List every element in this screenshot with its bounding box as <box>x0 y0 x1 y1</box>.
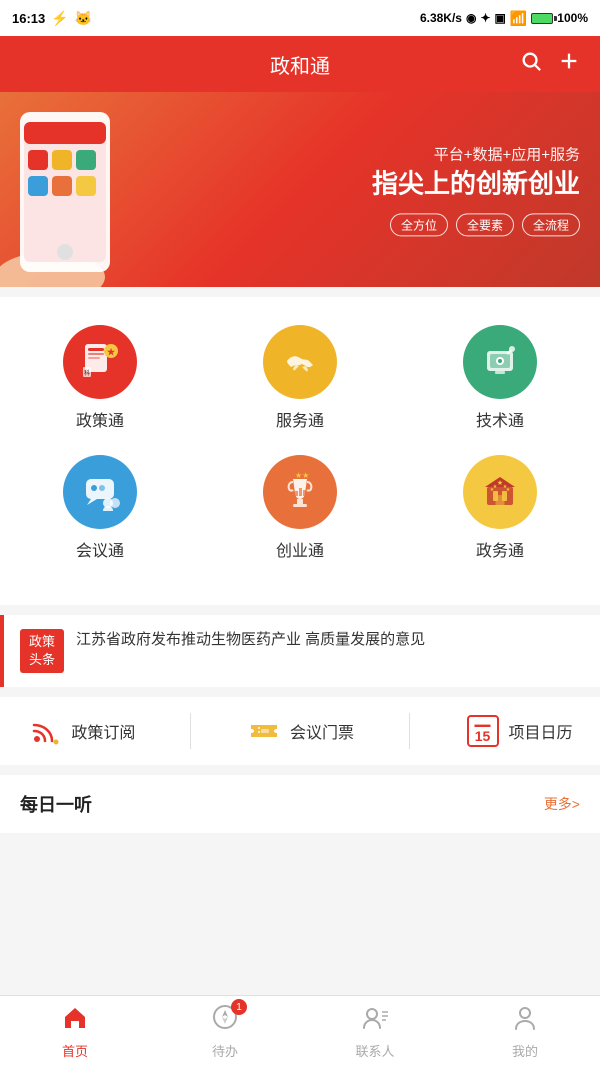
news-content: 江苏省政府发布推动生物医药产业 高质量发展的意见 <box>76 629 584 652</box>
nav-item-contacts[interactable]: 联系人 <box>335 1003 415 1060</box>
grid-item-service[interactable]: 服务通 <box>250 325 350 431</box>
nav-item-home[interactable]: 首页 <box>35 1003 115 1060</box>
banner[interactable]: 平台+数据+应用+服务 指尖上的创新创业 全方位 全要素 全流程 <box>0 92 600 287</box>
grid-item-policy[interactable]: ★ 科 政策通 <box>50 325 150 431</box>
rss-icon <box>27 713 63 749</box>
nav-label-contacts: 联系人 <box>355 1041 394 1060</box>
grid-row-1: ★ 科 政策通 服务通 <box>0 325 600 431</box>
news-section[interactable]: 政策 头条 江苏省政府发布推动生物医药产业 高质量发展的意见 <box>0 615 600 687</box>
grid-item-government[interactable]: ★ ★ ★ ★ ★ 政务通 <box>450 455 550 561</box>
grid-section: ★ 科 政策通 服务通 <box>0 297 600 605</box>
quick-action-label-ticket: 会议门票 <box>290 719 354 743</box>
quick-action-label-calendar: 项目日历 <box>509 719 573 743</box>
government-icon-bg: ★ ★ ★ ★ ★ <box>463 455 537 529</box>
header-icons <box>520 50 580 78</box>
grid-label-meeting: 会议通 <box>76 537 124 561</box>
battery-icon <box>531 13 553 24</box>
profile-icon <box>511 1003 539 1038</box>
divider-1 <box>190 713 191 749</box>
status-time: 16:13 <box>12 11 45 26</box>
pending-badge: 1 <box>231 999 247 1015</box>
wifi-icon: 📶 <box>510 10 527 27</box>
nav-item-pending[interactable]: 1 待办 <box>185 1003 265 1060</box>
bottom-nav: 首页 1 待办 联系人 <box>0 995 600 1067</box>
quick-actions: 政策订阅 会议门票 ▬▬ 15 项目日历 <box>0 697 600 765</box>
header-title: 政和通 <box>80 50 520 79</box>
daily-listen-more[interactable]: 更多> <box>544 794 580 814</box>
banner-tags: 全方位 全要素 全流程 <box>372 213 580 236</box>
status-bar: 16:13 ⚡ 🐱 6.38K/s ◉ ✦ ▣ 📶 100% <box>0 0 600 36</box>
svg-text:★: ★ <box>493 484 498 490</box>
quick-action-ticket[interactable]: 会议门票 <box>246 713 354 749</box>
status-left: 16:13 ⚡ 🐱 <box>12 10 92 27</box>
nav-label-pending: 待办 <box>212 1041 238 1060</box>
daily-listen-title: 每日一听 <box>20 791 92 817</box>
banner-text: 平台+数据+应用+服务 指尖上的创新创业 全方位 全要素 全流程 <box>372 143 580 236</box>
grid-item-startup[interactable]: ★★ 创业通 <box>250 455 350 561</box>
calendar-number: 15 <box>475 729 491 743</box>
grid-item-meeting[interactable]: 会议通 <box>50 455 150 561</box>
banner-tag-1: 全方位 <box>390 213 448 236</box>
ticket-icon <box>246 713 282 749</box>
grid-label-startup: 创业通 <box>276 537 324 561</box>
grid-label-policy: 政策通 <box>76 407 124 431</box>
quick-action-label-policy: 政策订阅 <box>71 719 135 743</box>
banner-title: 指尖上的创新创业 <box>372 168 580 199</box>
svg-text:科: 科 <box>84 369 90 377</box>
grid-label-service: 服务通 <box>276 407 324 431</box>
header: 政和通 <box>0 36 600 92</box>
daily-listen-section: 每日一听 更多> <box>0 775 600 833</box>
add-icon[interactable] <box>558 50 580 78</box>
tech-icon-bg <box>463 325 537 399</box>
quick-action-calendar[interactable]: ▬▬ 15 项目日历 <box>465 713 573 749</box>
svg-text:★: ★ <box>503 484 508 490</box>
content-spacer <box>0 833 600 913</box>
network-speed: 6.38K/s <box>420 11 462 25</box>
quick-action-policy-subscribe[interactable]: 政策订阅 <box>27 713 135 749</box>
grid-item-tech[interactable]: 技术通 <box>450 325 550 431</box>
battery-percent: 100% <box>557 11 588 25</box>
svg-text:★: ★ <box>107 347 116 357</box>
nav-label-profile: 我的 <box>512 1041 538 1060</box>
service-icon-bg <box>263 325 337 399</box>
news-tag: 政策 头条 <box>20 629 64 673</box>
grid-label-government: 政务通 <box>476 537 524 561</box>
startup-icon-bg: ★★ <box>263 455 337 529</box>
calendar-icon: ▬▬ 15 <box>465 713 501 749</box>
contacts-icon <box>361 1003 389 1038</box>
compass-icon: 1 <box>211 1003 239 1038</box>
cat-icon: 🐱 <box>75 10 92 27</box>
policy-icon-bg: ★ 科 <box>63 325 137 399</box>
signal-icon: ◉ <box>466 11 476 25</box>
meeting-icon-bg <box>63 455 137 529</box>
home-icon <box>61 1003 89 1038</box>
banner-tag-2: 全要素 <box>456 213 514 236</box>
sim-icon: ▣ <box>495 11 506 25</box>
nav-label-home: 首页 <box>62 1041 88 1060</box>
banner-tag-3: 全流程 <box>522 213 580 236</box>
nav-item-profile[interactable]: 我的 <box>485 1003 565 1060</box>
status-right: 6.38K/s ◉ ✦ ▣ 📶 100% <box>420 10 588 27</box>
divider-2 <box>409 713 410 749</box>
svg-text:★★: ★★ <box>295 471 309 480</box>
search-icon[interactable] <box>520 50 542 78</box>
grid-row-2: 会议通 ★★ <box>0 455 600 561</box>
zap-icon: ⚡ <box>51 10 68 27</box>
banner-phone-illustration <box>0 92 150 287</box>
bluetooth-icon: ✦ <box>480 11 490 25</box>
calendar-box: ▬▬ 15 <box>467 715 499 747</box>
banner-subtitle: 平台+数据+应用+服务 <box>372 143 580 164</box>
grid-label-tech: 技术通 <box>476 407 524 431</box>
